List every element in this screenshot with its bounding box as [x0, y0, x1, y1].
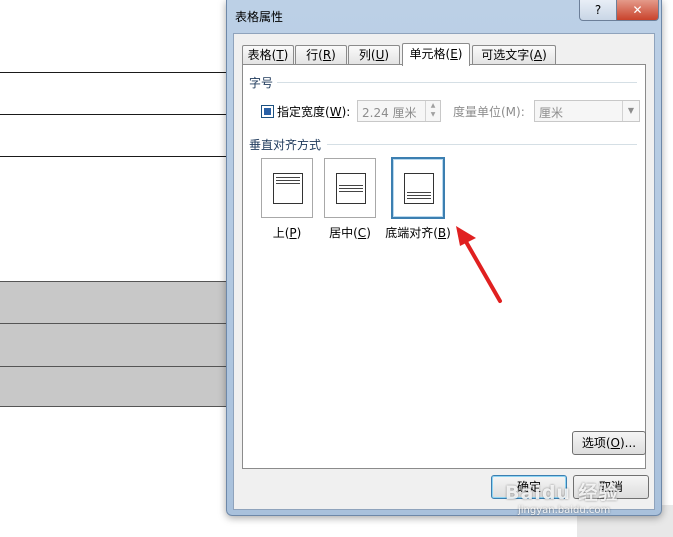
options-button[interactable]: 选项(O)... — [572, 431, 646, 455]
chevron-down-icon[interactable]: ▼ — [622, 101, 639, 121]
align-bottom-icon — [404, 173, 434, 204]
align-top-icon — [273, 173, 303, 204]
measure-unit-value: 厘米 — [539, 106, 564, 120]
close-icon: ✕ — [632, 3, 643, 17]
width-value: 2.24 厘米 — [362, 106, 417, 120]
cell-tab-panel: 字号 指定宽度(W): 2.24 厘米 ▲ ▼ 度量单位(M): 厘米 ▼ 垂直… — [242, 64, 646, 469]
spin-up-icon[interactable]: ▲ — [426, 101, 440, 110]
table-border-line — [0, 72, 228, 73]
table-border-line — [0, 156, 228, 157]
spin-down-icon[interactable]: ▼ — [426, 110, 440, 119]
watermark-logo: Baidu 经验 — [505, 482, 619, 504]
shaded-table-row — [0, 366, 226, 407]
tab-column[interactable]: 列(U) — [348, 45, 400, 65]
align-bottom-option[interactable] — [391, 157, 445, 219]
measure-unit-select[interactable]: 厘米 ▼ — [534, 100, 640, 122]
group-divider — [327, 144, 637, 145]
align-center-icon — [336, 173, 366, 204]
help-button[interactable]: ? — [579, 0, 617, 21]
table-border-line — [0, 406, 226, 407]
valign-group-label: 垂直对齐方式 — [249, 138, 322, 152]
group-divider — [277, 82, 637, 83]
watermark-url: jingyan.baidu.com — [518, 505, 611, 516]
red-arrow-annotation — [456, 226, 502, 303]
dialog-body: 表格(T) 行(R) 列(U) 单元格(E) 可选文字(A) 字号 指定宽度(W… — [233, 33, 655, 510]
size-group-label: 字号 — [249, 76, 274, 90]
close-button[interactable]: ✕ — [616, 0, 659, 21]
shaded-table-row — [0, 323, 226, 366]
spinner-arrows[interactable]: ▲ ▼ — [425, 101, 440, 121]
align-bottom-label: 底端对齐(B) — [385, 226, 451, 240]
help-icon: ? — [594, 3, 602, 17]
arrow-shaft — [463, 238, 502, 303]
align-top-label: 上(P) — [272, 226, 302, 240]
table-properties-dialog: 表格属性 ? ✕ 表格(T) 行(R) 列(U) 单元格(E) 可选文字(A) — [226, 0, 662, 516]
tab-row[interactable]: 行(R) — [295, 45, 347, 65]
align-top-option[interactable] — [261, 158, 313, 218]
tab-alt-text[interactable]: 可选文字(A) — [472, 45, 556, 65]
shaded-table-row — [0, 281, 226, 323]
specify-width-checkbox[interactable] — [261, 105, 274, 118]
arrow-head — [456, 226, 476, 246]
table-border-line — [0, 114, 228, 115]
specify-width-label: 指定宽度(W): — [277, 105, 351, 119]
dialog-title: 表格属性 — [235, 10, 284, 24]
align-center-option[interactable] — [324, 158, 376, 218]
width-spinner[interactable]: 2.24 厘米 ▲ ▼ — [357, 100, 441, 122]
tab-table[interactable]: 表格(T) — [242, 45, 294, 65]
align-center-label: 居中(C) — [329, 226, 371, 240]
tab-cell[interactable]: 单元格(E) — [402, 43, 470, 66]
measure-unit-label: 度量单位(M): — [453, 105, 525, 119]
